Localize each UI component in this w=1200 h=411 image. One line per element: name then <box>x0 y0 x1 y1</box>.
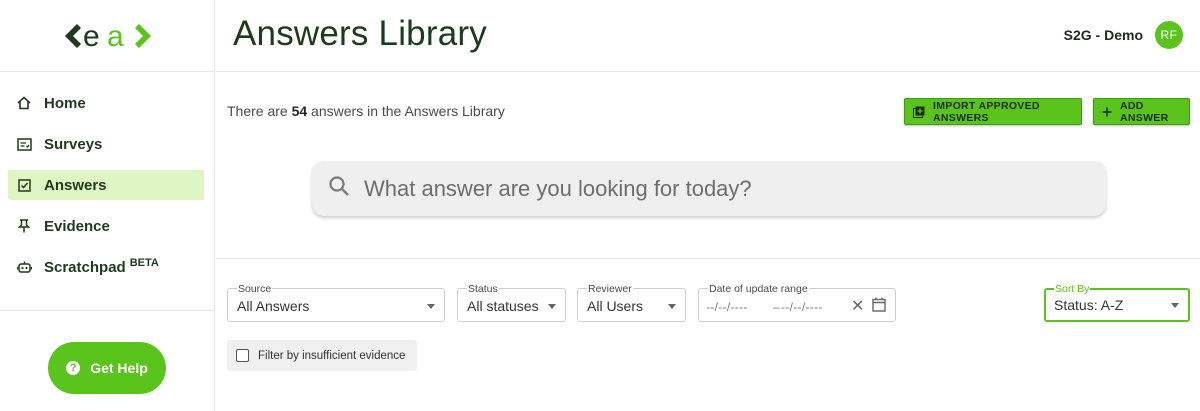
sidebar-item-label: Scratchpad <box>44 258 126 276</box>
page-title: Answers Library <box>233 14 487 53</box>
status-value: All statuses <box>467 298 539 314</box>
sidebar-item-label: Home <box>44 94 86 112</box>
org-name[interactable]: S2G - Demo <box>1064 27 1143 43</box>
checkbox-icon <box>16 177 32 193</box>
get-help-button[interactable]: ? Get Help <box>48 342 166 394</box>
clear-date-icon[interactable]: ✕ <box>851 296 864 316</box>
reviewer-select[interactable]: Reviewer All Users <box>577 283 686 322</box>
dropdown-caret-icon <box>1171 303 1179 308</box>
dropdown-caret-icon <box>548 304 556 309</box>
logo[interactable]: e a <box>0 0 215 72</box>
insufficient-evidence-label: Filter by insufficient evidence <box>258 349 406 362</box>
status-label: Status <box>467 283 499 295</box>
source-value: All Answers <box>237 298 310 314</box>
sort-by-label: Sort By <box>1054 283 1091 295</box>
insufficient-evidence-filter[interactable]: Filter by insufficient evidence <box>227 340 417 371</box>
sidebar-nav: Home Surveys Answers Evidence Scratchpad <box>0 88 215 293</box>
filter-divider <box>216 258 1200 259</box>
sidebar-item-surveys[interactable]: Surveys <box>8 129 204 159</box>
sidebar-item-home[interactable]: Home <box>8 88 204 118</box>
reviewer-label: Reviewer <box>587 283 633 295</box>
avatar[interactable]: RF <box>1155 21 1183 49</box>
header: Answers Library S2G - Demo RF <box>216 0 1200 72</box>
summary-suffix: answers in the Answers Library <box>307 103 505 119</box>
svg-text:e: e <box>83 20 100 53</box>
date-range-separator: – <box>773 300 780 314</box>
robot-icon <box>16 259 32 275</box>
ea-logo-icon: e a <box>64 20 151 53</box>
sidebar-item-label: Answers <box>44 176 107 194</box>
date-range-field[interactable]: Date of update range --/--/---- – --/--/… <box>698 283 896 322</box>
beta-badge: BETA <box>129 257 159 269</box>
dropdown-caret-icon <box>427 304 435 309</box>
source-label: Source <box>237 283 273 295</box>
sidebar: e a Home Surveys Answers Evidence Scratc… <box>0 0 215 411</box>
import-label: IMPORT APPROVED ANSWERS <box>933 99 1040 124</box>
date-range-label: Date of update range <box>708 283 809 295</box>
library-add-icon <box>913 106 925 118</box>
search-input[interactable] <box>364 175 1064 202</box>
answers-summary: There are 54 answers in the Answers Libr… <box>227 103 505 119</box>
status-select[interactable]: Status All statuses <box>457 283 566 322</box>
dropdown-caret-icon <box>668 304 676 309</box>
survey-icon <box>16 136 32 152</box>
date-end-input[interactable]: --/--/---- <box>781 300 823 314</box>
date-start-input[interactable]: --/--/---- <box>706 300 748 314</box>
help-icon: ? <box>66 361 81 375</box>
answers-count: 54 <box>291 103 308 119</box>
reviewer-value: All Users <box>587 298 644 314</box>
sort-by-select[interactable]: Sort By Status: A-Z <box>1044 283 1190 322</box>
calendar-icon[interactable] <box>872 297 886 317</box>
sidebar-divider <box>0 310 215 311</box>
svg-text:a: a <box>107 20 124 53</box>
sidebar-item-scratchpad[interactable]: Scratchpad BETA <box>8 252 204 282</box>
insufficient-evidence-checkbox[interactable] <box>236 349 249 362</box>
sidebar-item-label: Surveys <box>44 135 103 153</box>
add-answer-label: ADD ANSWER <box>1120 99 1169 124</box>
get-help-label: Get Help <box>90 360 148 376</box>
sidebar-item-evidence[interactable]: Evidence <box>8 211 204 241</box>
summary-prefix: There are <box>227 103 292 119</box>
pin-icon <box>16 218 32 234</box>
sort-by-value: Status: A-Z <box>1054 297 1124 313</box>
search-bar[interactable] <box>312 161 1106 216</box>
home-icon <box>16 95 32 111</box>
import-approved-answers-button[interactable]: IMPORT APPROVED ANSWERS <box>904 98 1082 125</box>
add-answer-button[interactable]: ADD ANSWER <box>1093 98 1190 125</box>
source-select[interactable]: Source All Answers <box>227 283 445 322</box>
sidebar-item-answers[interactable]: Answers <box>8 170 204 200</box>
plus-icon <box>1102 107 1112 117</box>
sidebar-item-label: Evidence <box>44 217 110 235</box>
search-icon <box>328 175 350 202</box>
